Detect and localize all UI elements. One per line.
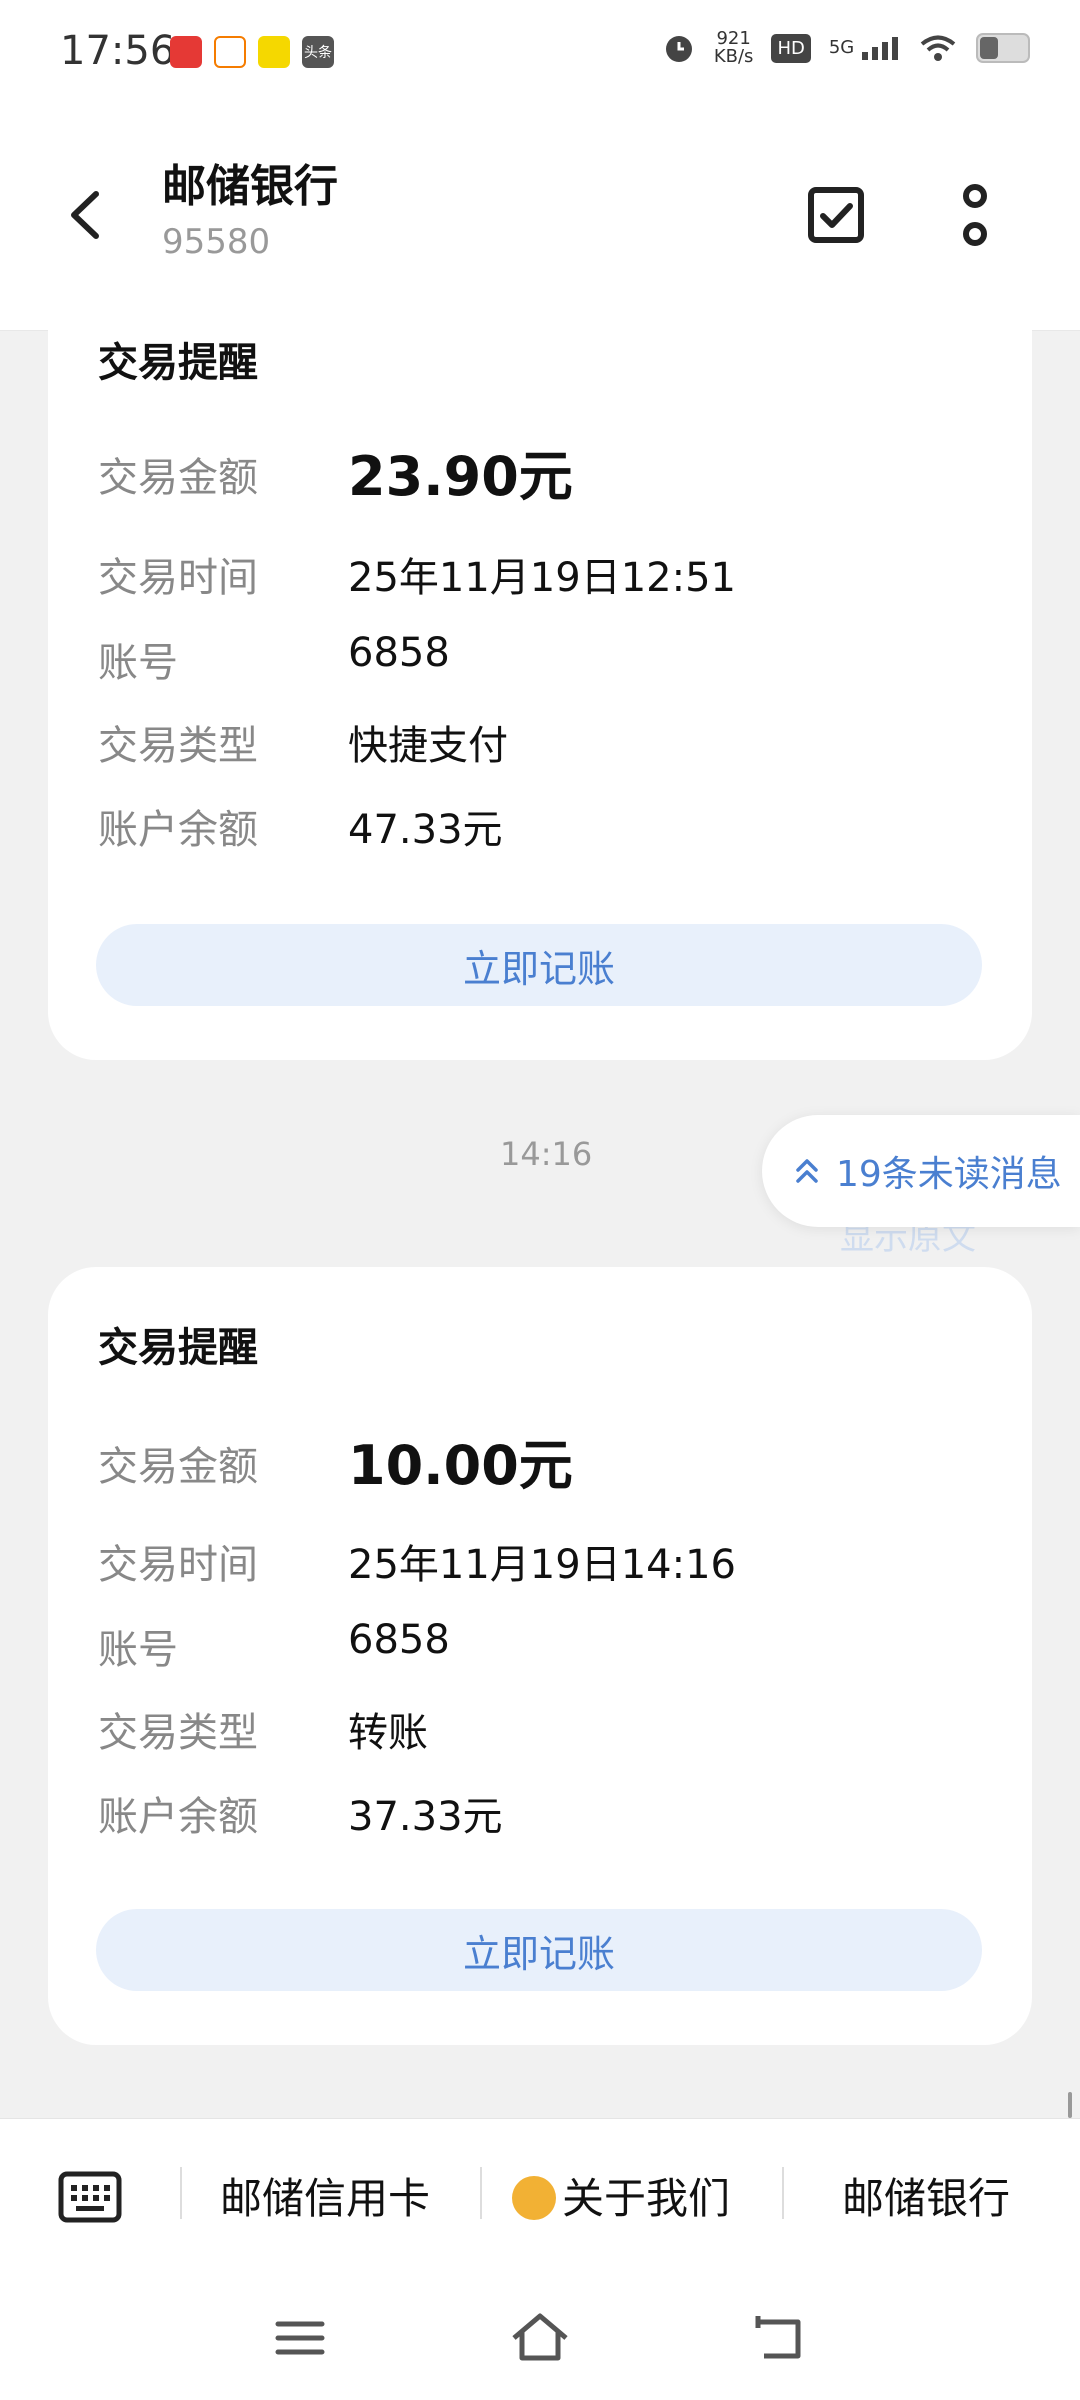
record-now-button[interactable]: 立即记账 — [96, 924, 982, 1006]
amount-value: 10.00元 — [348, 1434, 573, 1497]
unread-messages-badge[interactable]: 19条未读消息 — [762, 1115, 1080, 1227]
app-icon-2 — [214, 36, 246, 68]
row-label: 交易金额 — [98, 1444, 258, 1490]
app-icon-1 — [170, 36, 202, 68]
menu-divider — [180, 2167, 182, 2219]
toutiao-icon: 头条 — [302, 36, 334, 68]
menu-about-us-label: 关于我们 — [562, 2174, 731, 2223]
row-label: 交易时间 — [98, 1542, 258, 1588]
row-value: 转账 — [348, 1710, 428, 1756]
home-icon — [512, 2313, 568, 2361]
row-value: 快捷支付 — [348, 723, 508, 769]
person-emoji-icon — [512, 2175, 556, 2220]
row-label: 交易金额 — [98, 455, 258, 501]
keyboard-button[interactable] — [58, 2171, 122, 2223]
signal-icon: 5G — [829, 36, 900, 60]
menu-divider — [480, 2167, 482, 2219]
row-label: 交易类型 — [98, 1710, 258, 1756]
menu-about-us[interactable]: 关于我们 — [512, 2165, 730, 2226]
row-label: 账户余额 — [98, 807, 258, 853]
card-title: 交易提醒 — [98, 1325, 258, 1371]
alarm-icon — [665, 36, 692, 62]
menu-credit-card[interactable]: 邮储信用卡 — [220, 2165, 430, 2226]
row-label: 交易类型 — [98, 723, 258, 769]
record-now-button[interactable]: 立即记账 — [96, 1909, 982, 1991]
service-menu-bar: 邮储信用卡 关于我们 邮储银行 — [0, 2118, 1080, 2279]
message-card: 交易提醒 交易金额 23.90元 交易时间 25年11月19日12:51 账号 … — [48, 270, 1032, 1060]
back-button[interactable] — [60, 180, 110, 250]
row-value: 6858 — [348, 1617, 450, 1663]
sender-number: 95580 — [162, 222, 271, 262]
more-options-button[interactable] — [935, 170, 1015, 260]
page-title: 邮储银行 — [162, 161, 338, 212]
battery-icon — [976, 33, 1030, 63]
app-icon-3 — [258, 36, 290, 68]
more-vertical-icon — [963, 184, 987, 246]
back-nav-button[interactable] — [748, 2308, 812, 2368]
message-timestamp: 14:16 — [500, 1135, 593, 1173]
status-bar: 17:56 头条 921 KB/s HD 5G — [0, 0, 1080, 110]
hamburger-icon — [275, 2321, 325, 2355]
message-card: 交易提醒 交易金额 10.00元 交易时间 25年11月19日14:16 账号 … — [48, 1267, 1032, 2045]
card-title: 交易提醒 — [98, 340, 258, 386]
menu-nav-button[interactable] — [268, 2308, 332, 2368]
scrollbar[interactable] — [1068, 2092, 1072, 2118]
back-nav-icon — [755, 2316, 801, 2359]
wifi-icon — [920, 35, 956, 61]
row-label: 账号 — [98, 1627, 178, 1673]
row-label: 交易时间 — [98, 555, 258, 601]
status-time: 17:56 — [60, 28, 176, 74]
keyboard-icon — [58, 2171, 122, 2223]
net-speed: 921 KB/s — [714, 30, 754, 66]
back-arrow-icon — [71, 191, 99, 239]
net-speed-unit: KB/s — [713, 46, 754, 67]
notification-icons: 头条 — [170, 36, 334, 68]
status-right: 921 KB/s HD 5G — [662, 30, 1030, 66]
menu-psbc[interactable]: 邮储银行 — [842, 2165, 1010, 2226]
checkbox-icon — [808, 187, 864, 243]
home-nav-button[interactable] — [508, 2308, 572, 2368]
row-value: 47.33元 — [348, 807, 503, 853]
row-value: 25年11月19日14:16 — [348, 1542, 736, 1588]
double-chevron-up-icon — [796, 1159, 818, 1183]
row-label: 账号 — [98, 640, 178, 686]
row-label: 账户余额 — [98, 1794, 258, 1840]
row-value: 6858 — [348, 630, 450, 676]
network-type: 5G — [828, 37, 855, 58]
amount-value: 23.90元 — [348, 445, 573, 508]
select-button[interactable] — [796, 170, 876, 260]
unread-label: 19条未读消息 — [836, 1154, 1062, 1195]
system-nav-bar — [0, 2278, 1080, 2400]
hd-icon: HD — [771, 33, 811, 63]
menu-divider — [782, 2167, 784, 2219]
row-value: 25年11月19日12:51 — [348, 555, 736, 601]
row-value: 37.33元 — [348, 1794, 503, 1840]
